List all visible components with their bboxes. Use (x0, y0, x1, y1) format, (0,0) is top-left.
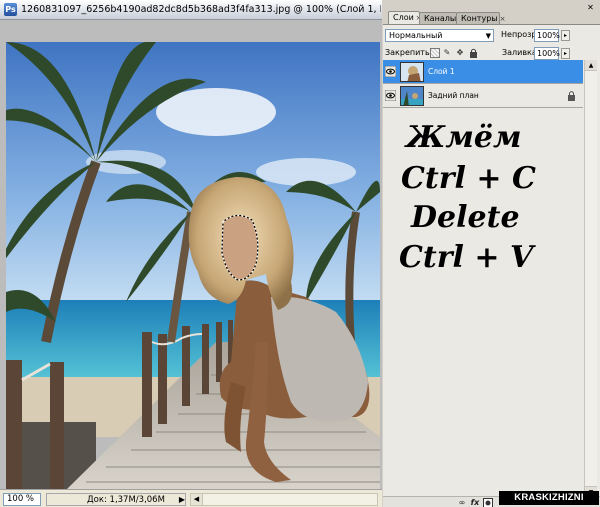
panel-tab-bar: ✕ Слои× Каналы× Контуры× (383, 2, 600, 24)
lock-icon[interactable] (468, 48, 478, 58)
eye-icon[interactable] (385, 66, 396, 77)
photoshop-icon: Ps (4, 3, 17, 16)
scroll-up-arrow-icon[interactable]: ▲ (585, 60, 597, 71)
opacity-slider-arrow-icon[interactable]: ▸ (561, 30, 570, 41)
tab-layers[interactable]: Слои× (388, 11, 422, 24)
beach-photo-image (6, 42, 380, 490)
tab-channels[interactable]: Каналы× (419, 12, 464, 24)
status-menu-arrow-icon[interactable]: ▶ (177, 493, 187, 506)
zoom-field[interactable]: 100 % (3, 493, 41, 506)
blend-mode-select[interactable]: Нормальный ▼ (385, 29, 494, 42)
lock-label: Закрепить: (385, 48, 433, 57)
doc-size-area[interactable]: Док: 1,37M/3,06M (46, 493, 186, 506)
close-icon[interactable]: ✕ (585, 3, 596, 12)
layer-name: Задний план (428, 91, 479, 100)
tab-paths[interactable]: Контуры × (456, 12, 505, 24)
document-title: 1260831097_6256b4190ad82dc8d5b368ad3f4fa… (21, 4, 381, 15)
lock-icon (568, 91, 575, 101)
tab-channels-label: Каналы (424, 14, 457, 23)
canvas-photo[interactable] (6, 42, 380, 490)
fx-icon[interactable]: fx (470, 498, 480, 507)
instruction-line: Ctrl + C (401, 161, 536, 196)
tab-close-icon[interactable]: × (500, 15, 506, 23)
instruction-line: Жмём (406, 120, 522, 155)
canvas-area[interactable] (0, 20, 382, 490)
layer-thumbnail (400, 62, 424, 82)
layer-row-layer-1[interactable]: Слой 1 (383, 60, 583, 84)
mask-icon[interactable] (483, 498, 493, 507)
document-titlebar[interactable]: Ps 1260831097_6256b4190ad82dc8d5b368ad3f… (0, 0, 382, 20)
status-bar: 100 % Док: 1,37M/3,06M ▶ ◀ (0, 489, 382, 507)
opacity-input[interactable]: 100% (534, 29, 560, 42)
layer-name: Слой 1 (428, 67, 455, 76)
instruction-line: Ctrl + V (399, 240, 534, 275)
watermark: KRASKIZHIZNI (499, 491, 599, 505)
brush-icon[interactable]: ✎ (442, 48, 452, 58)
tab-layers-label: Слои (393, 13, 414, 22)
document-window: Ps 1260831097_6256b4190ad82dc8d5b368ad3f… (0, 0, 382, 507)
layers-vertical-scrollbar[interactable]: ▲ ▼ (584, 60, 597, 497)
horizontal-scrollbar[interactable]: ◀ (190, 493, 378, 506)
instruction-line: Delete (411, 200, 520, 235)
doc-size-readout: Док: 1,37M/3,06M (87, 495, 165, 505)
eye-icon[interactable] (385, 90, 396, 101)
link-icon[interactable]: ∞ (457, 498, 467, 507)
scroll-left-arrow-icon[interactable]: ◀ (191, 494, 203, 505)
layers-panel-body: Нормальный ▼ Непрозр.: 100% ▸ Закрепить:… (383, 24, 600, 507)
fill-input[interactable]: 100% (534, 47, 560, 60)
tab-paths-label: Контуры (461, 14, 498, 23)
layer-thumbnail (400, 86, 424, 106)
move-icon[interactable]: ✥ (455, 48, 465, 58)
blend-mode-value: Нормальный (389, 31, 443, 40)
fill-slider-arrow-icon[interactable]: ▸ (561, 48, 570, 59)
chevron-down-icon: ▼ (485, 32, 491, 40)
layer-row-background[interactable]: Задний план (383, 84, 583, 108)
layers-panel: ✕ Слои× Каналы× Контуры× Нормальный ▼ Не… (383, 0, 600, 507)
lock-transparency-icon[interactable] (430, 48, 440, 58)
